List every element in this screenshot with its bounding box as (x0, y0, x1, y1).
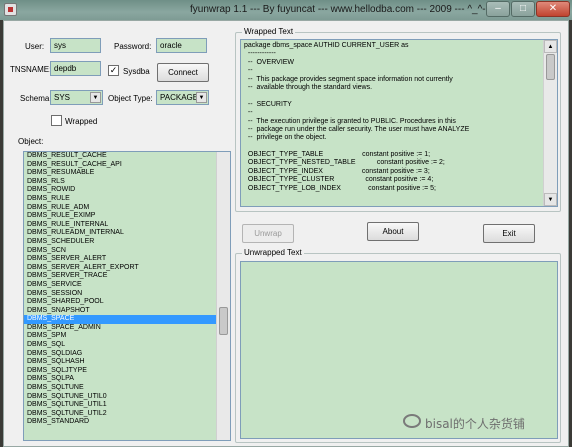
object-list-item[interactable]: DBMS_SQLTUNE_UTIL0 (24, 393, 216, 402)
window-title: fyunwrap 1.1 --- By fuyuncat --- www.hel… (190, 4, 493, 15)
code-line: OBJECT_TYPE_INDEX constant positive := 3… (244, 167, 430, 175)
about-button[interactable]: About (367, 222, 419, 241)
code-line: package dbms_space AUTHID CURRENT_USER a… (244, 42, 409, 49)
object-list-item[interactable]: DBMS_SPM (24, 332, 216, 341)
object-list-item[interactable]: DBMS_SPACE (24, 315, 216, 324)
object-list-item[interactable]: DBMS_SQL (24, 341, 216, 350)
maximize-icon: □ (519, 3, 527, 14)
object-list-item[interactable]: DBMS_SQLJTYPE (24, 367, 216, 376)
sysdba-checkbox[interactable]: ✓ (108, 65, 119, 76)
object-type-value: PACKAGE (160, 93, 199, 102)
close-button[interactable]: ✕ (536, 1, 570, 17)
object-list-item[interactable]: DBMS_SCHEDULER (24, 238, 216, 247)
code-line: -- This package provides segment space i… (244, 75, 453, 83)
object-list-item[interactable]: DBMS_SNAPSHOT (24, 307, 216, 316)
code-line: OBJECT_TYPE_NESTED_TABLE constant positi… (244, 159, 445, 167)
sysdba-label: Sysdba (123, 67, 150, 76)
wrapped-text-title: Wrapped Text (242, 27, 296, 36)
title-bar[interactable]: fyunwrap 1.1 --- By fuyuncat --- www.hel… (0, 0, 572, 20)
code-line: -- (244, 109, 253, 117)
object-list-item[interactable]: DBMS_RULE_ADM (24, 204, 216, 213)
object-list-item[interactable]: DBMS_SHARED_POOL (24, 298, 216, 307)
code-line: -- package run under the caller security… (244, 125, 470, 133)
unwrapped-textarea[interactable] (240, 261, 558, 439)
unwrapped-text-title: Unwrapped Text (242, 248, 304, 257)
password-label: Password: (114, 42, 152, 51)
chevron-down-icon[interactable]: ▼ (196, 92, 207, 103)
object-type-select[interactable]: PACKAGE ▼ (156, 90, 209, 105)
object-list-item[interactable]: DBMS_SERVER_ALERT (24, 255, 216, 264)
object-list-item[interactable]: DBMS_RLS (24, 178, 216, 187)
tnsname-input[interactable]: depdb (50, 61, 101, 76)
wechat-icon (403, 414, 421, 428)
object-list-scrollbar[interactable] (216, 152, 230, 440)
object-label: Object: (18, 137, 44, 146)
object-list-item[interactable]: DBMS_RESULT_CACHE_API (24, 161, 216, 170)
minimize-button[interactable]: – (486, 1, 510, 17)
code-line: -- The execution privilege is granted to… (244, 117, 456, 125)
object-list-item[interactable]: DBMS_RULE_INTERNAL (24, 221, 216, 230)
object-list-item[interactable]: DBMS_SERVICE (24, 281, 216, 290)
object-list-item[interactable]: DBMS_SERVER_ALERT_EXPORT (24, 264, 216, 273)
schema-value: SYS (54, 93, 71, 102)
code-line: OBJECT_TYPE_LOB_INDEX constant positive … (244, 184, 436, 192)
code-line: -- SECURITY (244, 100, 292, 108)
chevron-down-icon[interactable]: ▼ (90, 92, 101, 103)
scrollbar-thumb[interactable] (546, 54, 555, 80)
unwrap-button[interactable]: Unwrap (242, 224, 294, 243)
object-list-item[interactable]: DBMS_SQLDIAG (24, 350, 216, 359)
main-window: User: sys Password: oracle TNSNAME: depd… (3, 20, 569, 447)
scroll-up-icon[interactable]: ▲ (544, 40, 557, 53)
wrapped-label: Wrapped (65, 117, 98, 126)
schema-label: Schema: (20, 94, 52, 103)
wrapped-text-scrollbar[interactable]: ▲ ▼ (543, 40, 557, 206)
object-list-item[interactable]: DBMS_SPACE_ADMIN (24, 324, 216, 333)
user-input[interactable]: sys (50, 38, 101, 53)
object-list-item[interactable]: DBMS_SQLPA (24, 375, 216, 384)
object-type-label: Object Type: (108, 94, 153, 103)
close-icon: ✕ (548, 3, 558, 14)
app-icon (4, 3, 17, 16)
wrapped-text-content: package dbms_space AUTHID CURRENT_USER a… (241, 42, 545, 193)
code-line: OBJECT_TYPE_CLUSTER constant positive :=… (244, 176, 434, 184)
object-list-item[interactable]: DBMS_SQLTUNE_UTIL2 (24, 410, 216, 419)
tnsname-label: TNSNAME: (10, 65, 52, 74)
code-line: OBJECT_TYPE_TABLE constant positive := 1… (244, 151, 431, 159)
object-list-item[interactable]: DBMS_RESULT_CACHE (24, 152, 216, 161)
object-list-item[interactable]: DBMS_SQLTUNE (24, 384, 216, 393)
object-list-item[interactable]: DBMS_RULEADM_INTERNAL (24, 229, 216, 238)
wrapped-checkbox[interactable] (51, 115, 62, 126)
connect-button[interactable]: Connect (157, 63, 209, 82)
wrapped-textarea[interactable]: package dbms_space AUTHID CURRENT_USER a… (240, 39, 558, 207)
object-list-item[interactable]: DBMS_RULE_EXIMP (24, 212, 216, 221)
code-line: -- privilege on the object. (244, 134, 327, 142)
minimize-icon: – (495, 3, 501, 14)
object-listbox[interactable]: DBMS_RESULT_CACHE DBMS_RESULT_CACHE_API DB… (23, 151, 231, 441)
scroll-down-icon[interactable]: ▼ (544, 193, 557, 206)
object-list-item[interactable]: DBMS_STANDARD (24, 418, 216, 427)
code-line: -- OVERVIEW (244, 58, 295, 66)
code-line: -- (244, 67, 253, 75)
object-list-item[interactable]: DBMS_SCN (24, 247, 216, 256)
code-line: ------------ (244, 50, 276, 58)
scrollbar-thumb[interactable] (219, 307, 228, 335)
object-list-item[interactable]: DBMS_SESSION (24, 290, 216, 299)
password-input[interactable]: oracle (156, 38, 207, 53)
object-list-item[interactable]: DBMS_RULE (24, 195, 216, 204)
object-list-item[interactable]: DBMS_RESUMABLE (24, 169, 216, 178)
maximize-button[interactable]: □ (511, 1, 535, 17)
object-list-item[interactable]: DBMS_SQLTUNE_UTIL1 (24, 401, 216, 410)
code-line: -- available through the standard views. (244, 83, 373, 91)
object-list-item[interactable]: DBMS_SERVER_TRACE (24, 272, 216, 281)
exit-button[interactable]: Exit (483, 224, 535, 243)
schema-select[interactable]: SYS ▼ (50, 90, 103, 105)
watermark-text: bisal的个人杂货铺 (425, 417, 525, 431)
object-list: DBMS_RESULT_CACHE DBMS_RESULT_CACHE_API DB… (24, 152, 216, 427)
object-list-item[interactable]: DBMS_SQLHASH (24, 358, 216, 367)
object-list-item[interactable]: DBMS_ROWID (24, 186, 216, 195)
user-label: User: (25, 42, 45, 51)
